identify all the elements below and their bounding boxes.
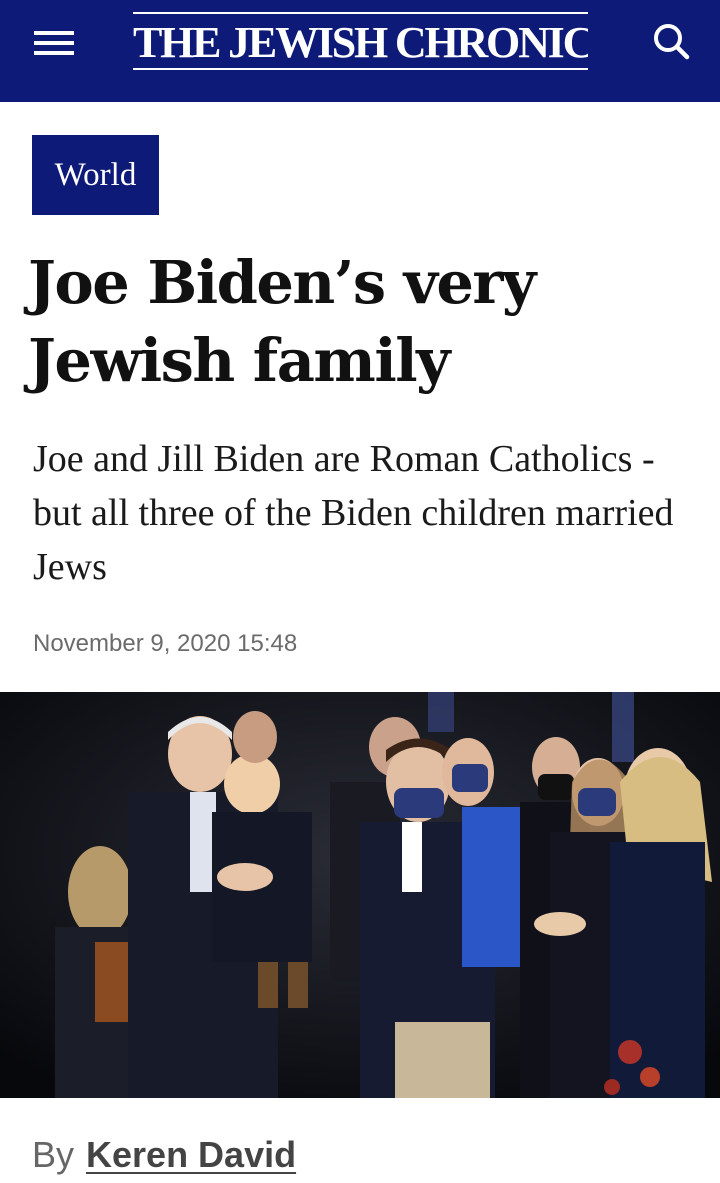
author-link[interactable]: Keren David [86, 1134, 296, 1175]
search-button[interactable] [650, 20, 692, 62]
site-header: THE JEWISH CHRONICLE [0, 0, 720, 102]
article-date: November 9, 2020 15:48 [33, 630, 298, 657]
menu-button[interactable] [34, 26, 74, 56]
byline-prefix: By [32, 1134, 75, 1175]
hero-image [0, 692, 720, 1098]
hamburger-menu-icon [34, 31, 74, 35]
hamburger-menu-icon-line [34, 51, 74, 55]
site-logo[interactable]: THE JEWISH CHRONICLE [133, 12, 588, 70]
hamburger-menu-icon-line [34, 41, 74, 45]
search-icon [654, 24, 690, 60]
article-byline: By Keren David [32, 1128, 296, 1182]
article-standfirst: Joe and Jill Biden are Roman Catholics -… [33, 438, 674, 588]
article-headline: Joe Biden’s very Jewish family [28, 248, 536, 395]
category-tag[interactable]: World [32, 135, 159, 215]
